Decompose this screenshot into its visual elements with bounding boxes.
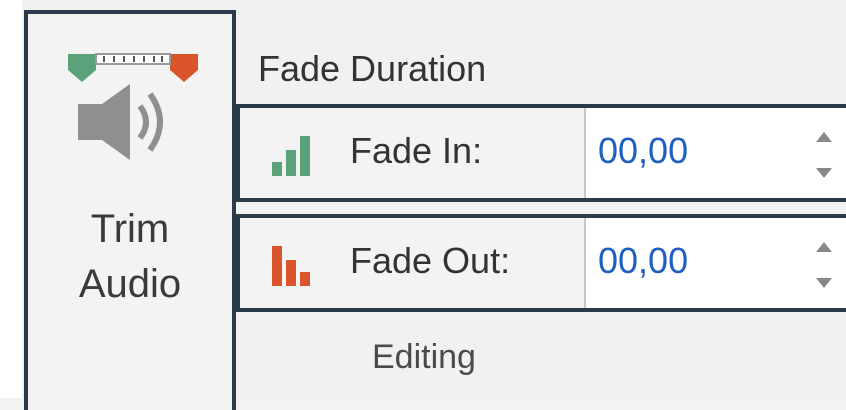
fade-in-input[interactable]: 00,00 <box>584 108 846 198</box>
fade-out-input[interactable]: 00,00 <box>584 218 846 308</box>
group-label-editing: Editing <box>372 338 476 376</box>
left-gutter <box>0 0 22 398</box>
fade-out-spin-up-icon[interactable] <box>812 240 836 254</box>
trim-audio-button[interactable]: Trim Audio <box>24 10 236 410</box>
trim-audio-label-line2: Audio <box>78 262 182 306</box>
fade-out-icon <box>272 246 310 286</box>
fade-in-label: Fade In: <box>350 130 483 171</box>
fade-duration-title: Fade Duration <box>258 48 487 89</box>
ribbon-editing-group: Trim Audio Fade Duration Fade In: 00,00 <box>0 0 846 410</box>
fade-out-spin-down-icon[interactable] <box>812 276 836 290</box>
trim-audio-label-line1: Trim <box>90 207 170 251</box>
fade-out-label: Fade Out: <box>350 240 511 281</box>
trim-audio-icon <box>68 53 198 160</box>
fade-out-row: Fade Out: 00,00 <box>236 214 846 312</box>
fade-in-spin-down-icon[interactable] <box>812 166 836 180</box>
fade-in-row: Fade In: 00,00 <box>236 104 846 202</box>
fade-in-icon <box>272 136 310 176</box>
fade-out-value[interactable]: 00,00 <box>598 240 688 282</box>
fade-in-spin-up-icon[interactable] <box>812 130 836 144</box>
fade-in-value[interactable]: 00,00 <box>598 130 688 172</box>
